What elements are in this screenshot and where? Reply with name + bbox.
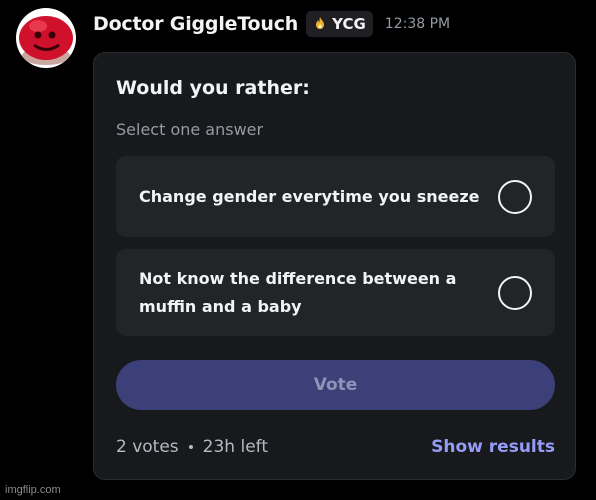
red-blob-face-avatar-icon [16,8,76,68]
poll-question: Would you rather: [116,77,310,99]
server-tag[interactable]: YCG [306,11,373,37]
time-left: 23h left [202,437,269,457]
separator-dot [188,445,193,449]
message-timestamp: 12:38 PM [384,16,451,32]
server-tag-label: YCG [332,15,366,33]
poll-footer: 2 votes 23h left Show results [116,435,555,459]
poll-answer-option[interactable]: Change gender everytime you sneeze [116,156,555,237]
radio-button[interactable] [498,179,532,214]
watermark: imgflip.com [5,484,61,496]
vote-button[interactable]: Vote [116,360,555,410]
author-name[interactable]: Doctor GiggleTouch [93,13,298,35]
poll-answer-label: Not know the difference between a muffin… [139,268,457,316]
poll-answer-option[interactable]: Not know the difference between a muffin… [116,249,555,336]
radio-button[interactable] [498,275,532,310]
show-results-link[interactable]: Show results [431,437,555,457]
poll-stats: 2 votes 23h left [116,437,268,457]
poll-answer-label: Change gender everytime you sneeze [139,186,480,206]
poll-card: Would you rather: Select one answer Chan… [93,52,576,480]
message-header: Doctor GiggleTouch YCG 12:38 PM [93,10,450,38]
poll-subtitle: Select one answer [116,120,264,139]
avatar[interactable] [16,8,76,68]
flame-badge-icon [312,16,328,32]
vote-count: 2 votes [116,437,179,457]
